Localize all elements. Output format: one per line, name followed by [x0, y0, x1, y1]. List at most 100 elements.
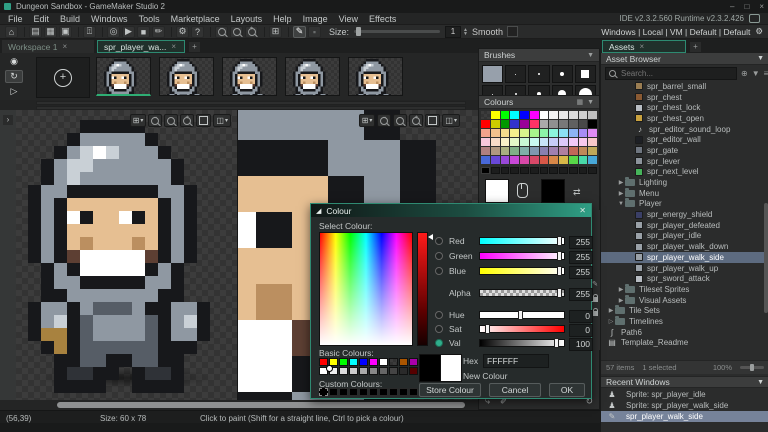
menu-icon[interactable]: ≡ — [764, 69, 768, 78]
recent-windows-header[interactable]: Recent Windows ▼ — [601, 376, 768, 388]
search-input[interactable] — [619, 68, 733, 79]
palette-swatch[interactable] — [588, 120, 597, 128]
tab-sprite-editor[interactable]: spr_player_wa... × — [97, 40, 185, 53]
chevron-right-icon[interactable]: ▶ — [617, 297, 625, 304]
chevron-right-icon[interactable]: ▶ — [617, 179, 625, 186]
custom-colour-slot[interactable] — [339, 388, 348, 396]
menu-item-edit[interactable]: Edit — [34, 14, 50, 24]
colours-panel-header[interactable]: Colours ▦ ▼ — [479, 96, 599, 109]
close-tab-icon[interactable]: × — [171, 42, 176, 51]
channel-radio[interactable] — [435, 252, 443, 260]
custom-swatch-slot[interactable] — [568, 167, 578, 174]
basic-colour-swatch[interactable] — [379, 367, 388, 375]
frame-thumbnail[interactable] — [285, 57, 340, 96]
tree-item-spr_energy_shield[interactable]: spr_energy_shield — [601, 209, 768, 220]
palette-swatch[interactable] — [578, 138, 588, 146]
open-project-button[interactable]: ▦ — [44, 25, 57, 38]
build-target-text[interactable]: Windows | Local | VM | Default | Default — [601, 27, 750, 37]
tree-zoom-slider[interactable] — [740, 364, 764, 371]
custom-swatch-slot[interactable] — [529, 167, 539, 174]
cancel-button[interactable]: Cancel — [489, 383, 541, 397]
palette-swatch[interactable] — [568, 156, 578, 164]
package-button[interactable]: ⍐ — [83, 25, 96, 38]
zoom-in-button[interactable]: + — [245, 25, 258, 38]
frame-thumbnail[interactable] — [96, 57, 151, 96]
palette-swatch[interactable] — [490, 147, 500, 155]
channel-radio[interactable] — [435, 339, 443, 347]
tree-item-spr_chest_lock[interactable]: spr_chest_lock — [601, 102, 768, 113]
brush-size-slider[interactable] — [354, 27, 441, 36]
channel-slider[interactable] — [479, 310, 565, 320]
channel-slider[interactable] — [479, 338, 565, 348]
palette-swatch[interactable] — [578, 111, 588, 119]
tree-item-spr_chest_open[interactable]: spr_chest_open — [601, 113, 768, 124]
chevron-down-icon[interactable]: ▼ — [617, 201, 625, 207]
palette-swatch[interactable] — [500, 156, 510, 164]
tree-item-player[interactable]: ▼ Player — [601, 198, 768, 210]
palette-swatch[interactable] — [500, 138, 510, 146]
palette-swatch[interactable] — [559, 156, 568, 164]
debug-button[interactable]: ◎ — [107, 25, 120, 38]
palette-swatch[interactable] — [568, 129, 578, 137]
smooth-checkbox[interactable] — [507, 26, 518, 37]
recent-window-item[interactable]: ♟ Sprite: spr_player_walk_side — [601, 400, 768, 411]
brush-cell[interactable] — [551, 65, 573, 83]
edit-layer-icon[interactable]: ✎ — [592, 280, 598, 288]
palette-swatch[interactable] — [500, 147, 510, 155]
run-button[interactable]: ▶ — [122, 25, 135, 38]
palette-swatch[interactable] — [549, 111, 558, 119]
channel-value[interactable]: 0 — [569, 310, 593, 323]
tab-workspace[interactable]: Workspace 1 × — [2, 40, 94, 53]
palette-swatch[interactable] — [510, 147, 519, 155]
basic-colour-swatch[interactable] — [389, 367, 398, 375]
palette-swatch[interactable] — [578, 120, 588, 128]
custom-swatch-slot[interactable] — [500, 167, 510, 174]
palette-swatch[interactable] — [529, 138, 539, 146]
palette-swatch[interactable] — [549, 138, 558, 146]
basic-colour-swatch[interactable] — [389, 358, 398, 366]
basic-colour-swatch[interactable] — [349, 358, 358, 366]
right-colour-swatch[interactable] — [541, 179, 565, 203]
frame-thumbnail[interactable] — [348, 57, 403, 96]
palette-swatch[interactable] — [559, 147, 568, 155]
tree-item-menu[interactable]: ▶ Menu — [601, 187, 768, 199]
palette-swatch[interactable] — [578, 129, 588, 137]
tree-item-spr_gate[interactable]: spr_gate — [601, 145, 768, 156]
custom-swatch-slot[interactable] — [490, 167, 500, 174]
chevron-right-icon[interactable]: ▶ — [607, 307, 615, 314]
basic-colours-row[interactable] — [319, 367, 418, 375]
menu-item-tools[interactable]: Tools — [139, 14, 160, 24]
new-sidebar-tab-button[interactable]: + — [690, 42, 701, 52]
palette-swatch[interactable] — [481, 120, 490, 128]
channel-slider[interactable] — [479, 236, 565, 246]
add-asset-icon[interactable]: ⊕ — [741, 69, 748, 78]
zoom-out-button[interactable]: − — [215, 25, 228, 38]
basic-colour-swatch[interactable] — [339, 367, 348, 375]
channel-radio[interactable] — [435, 267, 443, 275]
tree-item-spr_barrel_small[interactable]: spr_barrel_small — [601, 81, 768, 92]
basic-colour-swatch[interactable] — [409, 358, 418, 366]
chevron-right-icon[interactable]: ▶ — [617, 286, 625, 293]
onion-skin-icon[interactable]: ◉ — [5, 55, 23, 68]
swap-colours-icon[interactable]: ⇄ — [573, 187, 581, 198]
palette-swatch[interactable] — [529, 129, 539, 137]
palette-swatch[interactable] — [539, 138, 549, 146]
palette-swatch[interactable] — [500, 120, 510, 128]
palette-swatch[interactable] — [481, 129, 490, 137]
palette-swatch[interactable] — [520, 120, 529, 128]
grid-toggle-button[interactable]: ⊞ ▾ — [358, 114, 376, 127]
slider-handle[interactable] — [485, 324, 490, 334]
play-animation-icon[interactable]: ▷ — [5, 85, 23, 98]
palette-swatch[interactable] — [588, 129, 597, 137]
channel-slider[interactable] — [479, 251, 565, 261]
store-colour-button[interactable]: Store Colour — [419, 383, 481, 397]
asset-browser-header[interactable]: Asset Browser ▼ — [601, 53, 768, 65]
custom-colour-slot[interactable] — [409, 388, 418, 396]
palette-swatch[interactable] — [549, 156, 558, 164]
channel-value[interactable]: 255 — [569, 288, 593, 301]
zoom-in-button[interactable]: + — [409, 114, 424, 127]
chevron-right-icon[interactable]: ▷ — [607, 318, 615, 325]
palette-swatch[interactable] — [529, 120, 539, 128]
channel-radio[interactable] — [435, 237, 443, 245]
basic-colour-swatch[interactable] — [399, 358, 408, 366]
